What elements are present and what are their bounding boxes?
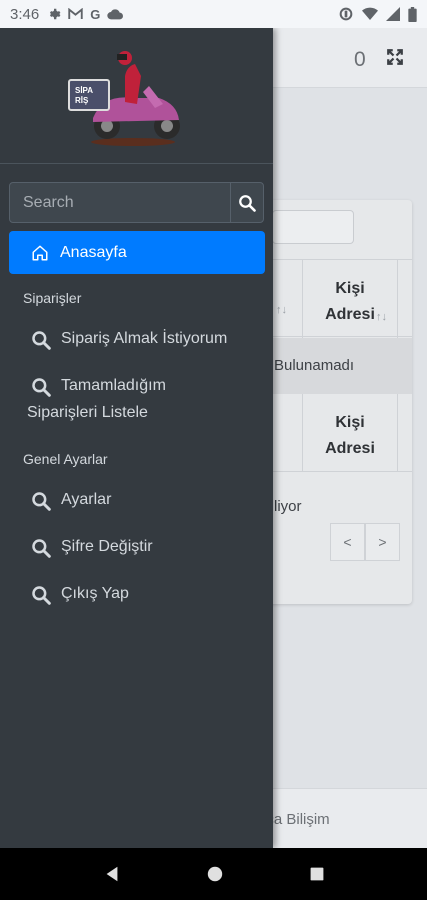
status-bar: 3:46 G <box>0 0 427 28</box>
battery-icon <box>408 6 417 22</box>
signal-icon <box>386 7 400 21</box>
sidebar-item-logout[interactable]: Çıkış Yap <box>31 585 129 605</box>
pagination: < > <box>330 523 400 561</box>
sidebar-item-settings[interactable]: Ayarlar <box>31 491 111 511</box>
google-icon: G <box>90 6 101 22</box>
sidebar-item-label: Anasayfa <box>60 243 127 261</box>
brand-area: SİPA RİŞ <box>0 28 273 164</box>
sidebar-search <box>9 182 264 223</box>
table-info: liyor <box>274 498 302 515</box>
sidebar-search-button[interactable] <box>230 183 263 222</box>
sidebar-drawer: SİPA RİŞ Anasayfa Siparişler Sipariş Alm… <box>0 28 273 848</box>
search-icon <box>32 586 51 605</box>
sidebar-item-label-line2[interactable]: Siparişleri Listele <box>27 404 148 422</box>
system-nav-bar <box>0 848 427 900</box>
vibrate-icon <box>339 7 353 21</box>
sidebar-item-order-request[interactable]: Sipariş Almak İstiyorum <box>31 330 227 350</box>
sidebar-item-home[interactable]: Anasayfa <box>9 231 265 274</box>
notification-counter[interactable]: 0 <box>354 48 366 72</box>
sidebar-item-label: Şifre Değiştir <box>61 538 153 555</box>
sidebar-search-input[interactable] <box>10 183 230 222</box>
search-icon <box>32 331 51 350</box>
gmail-icon <box>68 8 83 19</box>
svg-text:RİŞ: RİŞ <box>75 96 89 105</box>
cloud-icon <box>107 9 124 20</box>
prev-page-button[interactable]: < <box>330 523 365 561</box>
table-footer: i Kişi Adresi <box>258 394 412 472</box>
sort-icon[interactable]: ↑↓ <box>376 304 387 330</box>
gear-icon <box>50 8 61 20</box>
column-header-address[interactable]: Kişi Adresi ↑↓ <box>302 260 398 338</box>
sidebar-item-label: Ayarlar <box>61 491 112 508</box>
wifi-icon <box>362 7 378 20</box>
back-icon[interactable] <box>103 865 121 883</box>
svg-text:SİPA: SİPA <box>75 86 93 95</box>
table-search-input[interactable] <box>272 210 354 244</box>
orders-card: ↑↓ Kişi Adresi ↑↓ Bulunamadı i Kişi Adre… <box>258 200 412 604</box>
sidebar-item-completed-orders[interactable]: Tamamladığım <box>31 377 166 397</box>
status-time: 3:46 <box>10 5 40 23</box>
section-header-general: Genel Ayarlar <box>23 451 108 467</box>
scooter-logo[interactable]: SİPA RİŞ <box>63 46 187 148</box>
table-header: ↑↓ Kişi Adresi ↑↓ <box>258 259 412 338</box>
sidebar-item-label: Çıkış Yap <box>61 585 129 602</box>
sort-icon[interactable]: ↑↓ <box>276 304 287 316</box>
search-icon <box>239 194 256 212</box>
empty-row: Bulunamadı <box>258 338 412 394</box>
recents-icon[interactable] <box>309 866 325 882</box>
fullscreen-icon[interactable] <box>386 48 404 66</box>
search-icon <box>32 492 51 511</box>
sidebar-item-label: Tamamladığım <box>61 377 166 394</box>
search-icon <box>32 378 51 397</box>
next-page-button[interactable]: > <box>365 523 400 561</box>
section-header-orders: Siparişler <box>23 290 82 306</box>
home-icon <box>32 245 48 260</box>
column-footer-address: Kişi Adresi <box>302 394 398 472</box>
sidebar-item-change-password[interactable]: Şifre Değiştir <box>31 538 153 558</box>
search-icon <box>32 539 51 558</box>
sidebar-item-label: Sipariş Almak İstiyorum <box>61 330 228 347</box>
home-button-icon[interactable] <box>206 865 224 883</box>
